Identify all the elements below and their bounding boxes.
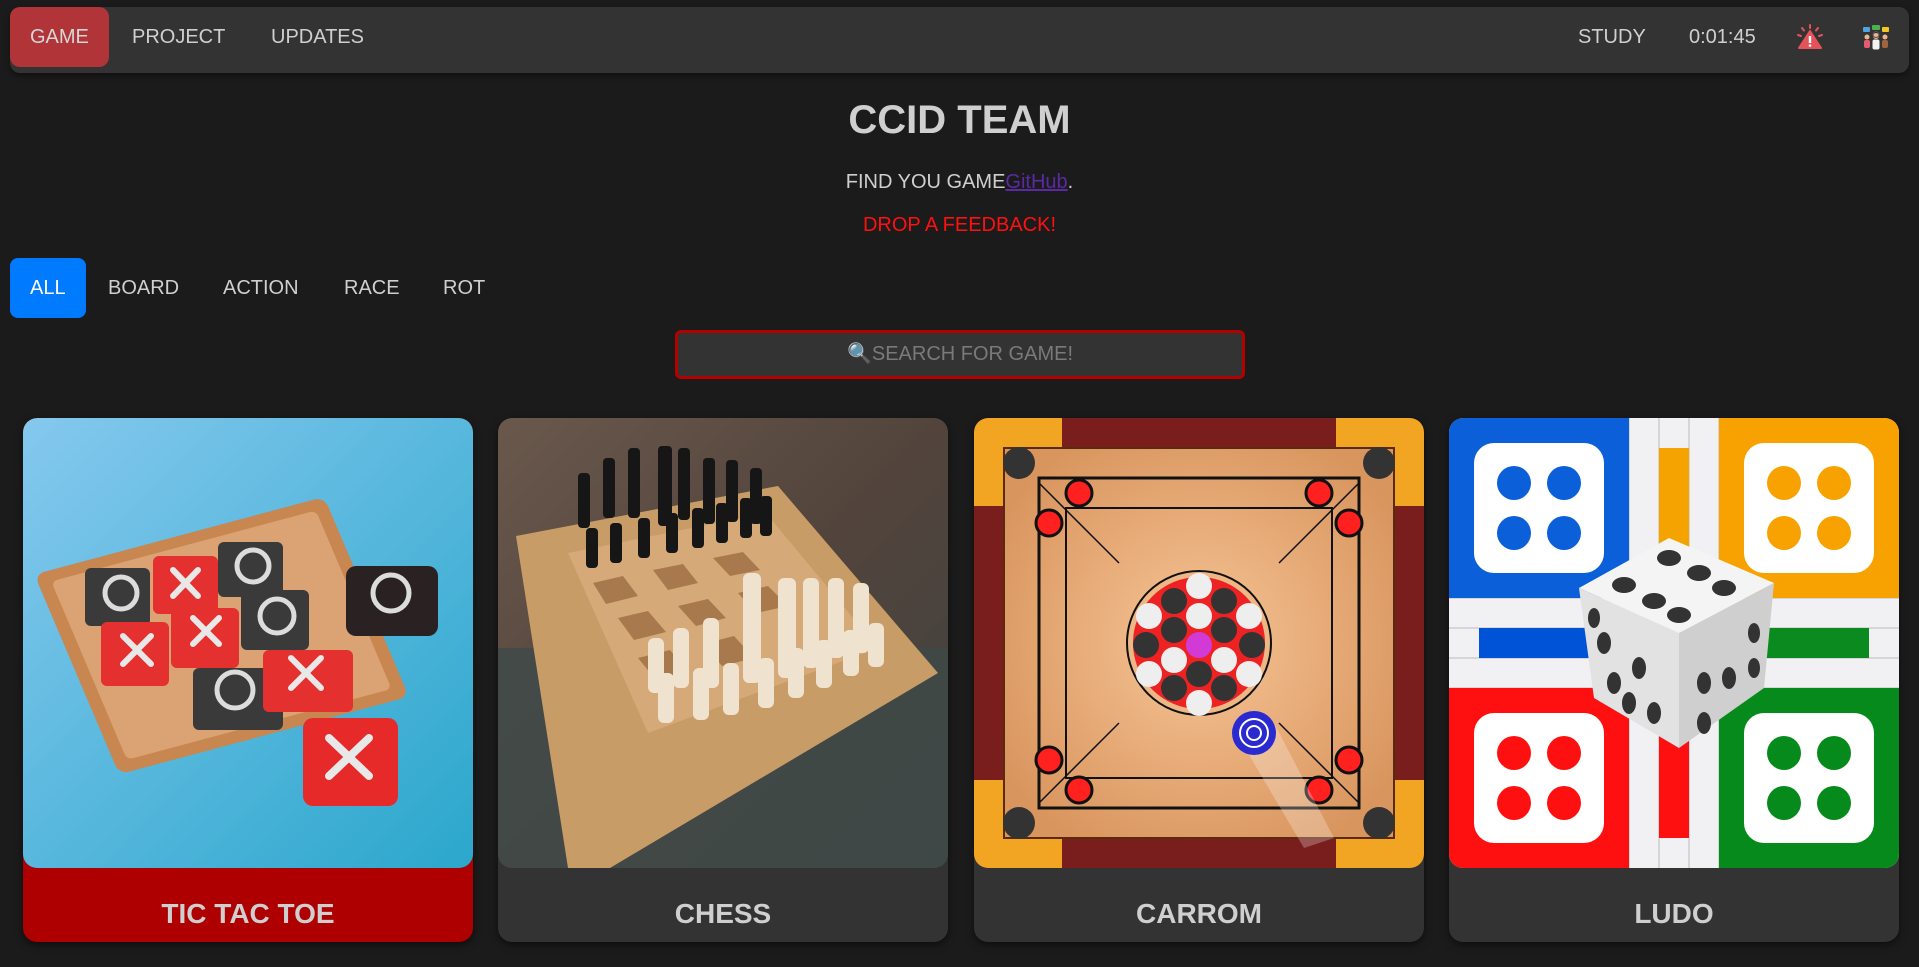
feedback-link[interactable]: DROP A FEEDBACK! bbox=[0, 214, 1919, 237]
game-title: TIC TAC TOE bbox=[161, 898, 335, 929]
tic-tac-toe-image bbox=[23, 418, 473, 868]
filter-rot[interactable]: ROT bbox=[443, 258, 485, 318]
timer: 0:01:45 bbox=[1689, 7, 1756, 67]
search-input[interactable]: 🔍SEARCH FOR GAME! bbox=[675, 330, 1245, 379]
nav-game[interactable]: GAME bbox=[10, 7, 109, 67]
nav-game-label: GAME bbox=[30, 26, 89, 48]
subtitle: FIND YOU GAMEGitHub. bbox=[0, 171, 1919, 194]
nav-updates[interactable]: UPDATES bbox=[271, 7, 364, 67]
alert-icon[interactable] bbox=[1796, 24, 1824, 52]
game-card-chess[interactable]: CHESS bbox=[498, 418, 948, 942]
game-card-tic-tac-toe[interactable]: TIC TAC TOE bbox=[23, 418, 473, 942]
nav-project[interactable]: PROJECT bbox=[132, 7, 225, 67]
github-link[interactable]: GitHub bbox=[1005, 171, 1067, 193]
chess-image bbox=[498, 418, 948, 868]
carrom-image bbox=[974, 418, 1424, 868]
filter-action[interactable]: ACTION bbox=[223, 258, 299, 318]
game-card-ludo[interactable]: LUDO bbox=[1449, 418, 1899, 942]
nav-project-label: PROJECT bbox=[132, 26, 226, 48]
nav-study-label: STUDY bbox=[1578, 26, 1646, 48]
game-title: CARROM bbox=[1136, 898, 1262, 929]
nav-study[interactable]: STUDY bbox=[1578, 7, 1646, 67]
search-placeholder: 🔍SEARCH FOR GAME! bbox=[846, 343, 1074, 365]
page-title: CCID TEAM bbox=[848, 98, 1071, 142]
game-title: LUDO bbox=[1634, 898, 1714, 929]
navbar: GAME PROJECT UPDATES STUDY 0:01:45 bbox=[10, 7, 1909, 73]
game-title: CHESS bbox=[674, 898, 772, 929]
game-card-carrom[interactable]: CARROM bbox=[974, 418, 1424, 942]
ludo-image bbox=[1449, 418, 1899, 868]
team-chat-icon[interactable] bbox=[1862, 24, 1890, 52]
nav-updates-label: UPDATES bbox=[271, 26, 364, 48]
subtitle-end: . bbox=[1067, 171, 1074, 193]
filter-board[interactable]: BOARD bbox=[108, 258, 179, 318]
subtitle-text: FIND YOU GAME bbox=[845, 171, 1006, 193]
timer-value: 0:01:45 bbox=[1689, 26, 1756, 48]
filter-race[interactable]: RACE bbox=[344, 258, 400, 318]
filter-all[interactable]: ALL bbox=[10, 258, 86, 318]
